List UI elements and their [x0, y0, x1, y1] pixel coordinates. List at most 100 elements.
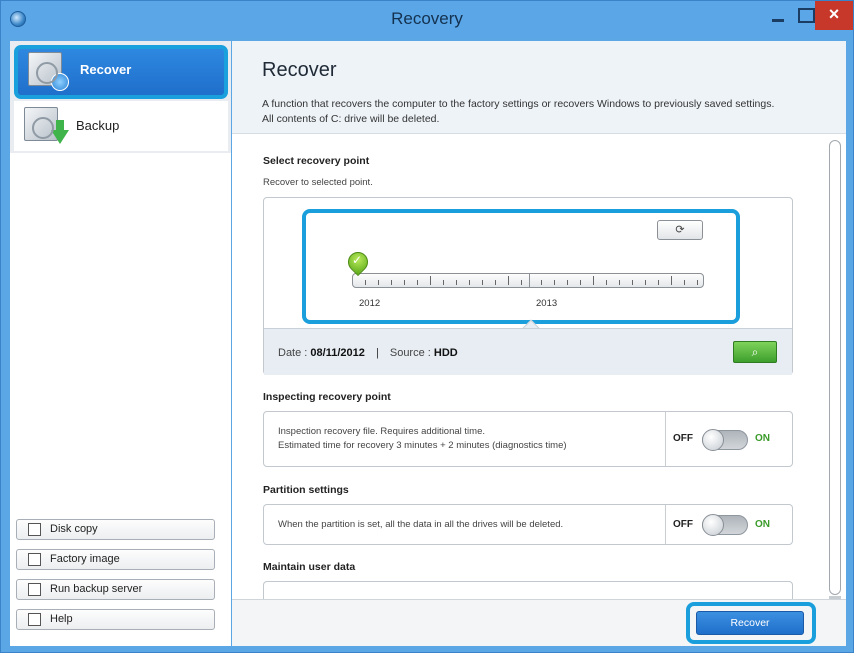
button-label: Run backup server — [50, 583, 143, 595]
source-label: Source : — [389, 347, 431, 359]
timeline-year-label: 2013 — [536, 298, 558, 309]
timeline-tick — [645, 280, 646, 285]
main-panel: Recover A function that recovers the com… — [232, 41, 846, 646]
help-icon — [28, 613, 41, 626]
toggle-knob — [702, 514, 724, 536]
timeline-tick — [541, 280, 542, 285]
timeline-tick — [430, 276, 431, 285]
button-label: Help — [50, 613, 73, 625]
inspecting-line-1: Inspection recovery file. Requires addit… — [278, 426, 485, 437]
description-line-2: All contents of C: drive will be deleted… — [262, 113, 440, 125]
maintain-user-data-title: Maintain user data — [263, 561, 356, 573]
timeline-tick — [521, 280, 522, 285]
select-recovery-point-title: Select recovery point — [263, 155, 370, 167]
toggle-knob — [702, 429, 724, 451]
date-label: Date : — [278, 347, 308, 359]
sidebar: Recover Backup Disk copy Factory image R… — [10, 41, 231, 646]
timeline-tick — [567, 280, 568, 285]
sidebar-item-label: Recover — [80, 62, 132, 77]
recovery-timeline[interactable] — [352, 273, 704, 288]
inspecting-toggle[interactable] — [702, 429, 748, 451]
source-value: HDD — [433, 347, 458, 359]
restore-points-icon: ⟳ — [675, 224, 685, 236]
select-recovery-point-subtitle: Recover to selected point. — [263, 177, 373, 188]
option-divider — [665, 505, 666, 544]
timeline-tick — [580, 280, 581, 285]
page-description: A function that recovers the computer to… — [262, 97, 832, 127]
timeline-tick — [404, 280, 405, 285]
partition-option: When the partition is set, all the data … — [263, 504, 793, 545]
recovery-window: Recovery × Recover Backup Disk copy Fact… — [0, 0, 854, 653]
timeline-tick — [619, 280, 620, 285]
sidebar-item-recover[interactable]: Recover — [14, 45, 228, 99]
backup-server-icon — [28, 583, 41, 596]
timeline-tick — [378, 280, 379, 285]
recover-button-highlight: Recover — [686, 602, 816, 644]
bottom-bar: Recover — [232, 599, 846, 646]
toggle-on-label: ON — [755, 519, 770, 530]
description-line-1: A function that recovers the computer to… — [262, 98, 775, 110]
sidebar-item-backup[interactable]: Backup — [14, 101, 228, 151]
inspecting-title: Inspecting recovery point — [263, 391, 391, 403]
disk-copy-button[interactable]: Disk copy — [16, 519, 215, 540]
check-icon: ✓ — [352, 253, 363, 267]
timeline-tick — [593, 276, 594, 285]
sidebar-item-label: Backup — [76, 118, 120, 133]
recover-arrow-icon — [51, 73, 69, 91]
help-button[interactable]: Help — [16, 609, 215, 630]
partition-description: When the partition is set, all the data … — [278, 519, 564, 530]
factory-image-icon — [28, 553, 41, 566]
date-value: 08/11/2012 — [310, 347, 365, 359]
run-backup-server-button[interactable]: Run backup server — [16, 579, 215, 600]
timeline-year-label: 2012 — [359, 298, 381, 309]
timeline-tick — [391, 280, 392, 285]
timeline-tick — [697, 280, 698, 285]
sidebar-nav: Recover Backup — [10, 41, 231, 153]
laptop-search-icon: ⌕ — [751, 345, 759, 359]
option-divider — [665, 412, 666, 466]
drive-recover-icon — [28, 52, 69, 91]
timeline-tick — [482, 280, 483, 285]
button-label: Factory image — [50, 553, 120, 565]
timeline-tick — [469, 280, 470, 285]
timeline-tick — [508, 276, 509, 285]
timeline-tick — [495, 280, 496, 285]
timeline-tick — [456, 280, 457, 285]
drive-backup-icon — [24, 107, 69, 144]
title-bar: Recovery × — [1, 1, 853, 38]
restore-points-button[interactable]: ⟳ — [657, 220, 703, 240]
main-header: Recover A function that recovers the com… — [232, 41, 846, 134]
timeline-tick — [671, 276, 672, 285]
disk-copy-icon — [28, 523, 41, 536]
recovery-point-panel: ⟳ ✓ 2012 2013 Date : 08/11/2012 | Source… — [263, 197, 793, 375]
timeline-tick — [632, 280, 633, 285]
toggle-off-label: OFF — [673, 519, 693, 530]
minimize-button[interactable] — [765, 1, 791, 31]
timeline-tick — [365, 280, 366, 285]
page-title: Recover — [262, 59, 337, 81]
inspecting-option: Inspection recovery file. Requires addit… — [263, 411, 793, 467]
timeline-tick — [684, 280, 685, 285]
recover-button[interactable]: Recover — [696, 611, 804, 635]
download-arrow-icon — [51, 120, 69, 144]
timeline-year-divider — [529, 273, 530, 288]
button-label: Disk copy — [50, 523, 98, 535]
timeline-tick — [606, 280, 607, 285]
timeline-tick — [554, 280, 555, 285]
toggle-on-label: ON — [755, 433, 770, 444]
partition-title: Partition settings — [263, 484, 349, 496]
recovery-point-info: Date : 08/11/2012 | Source : HDD — [278, 347, 458, 359]
factory-image-button[interactable]: Factory image — [16, 549, 215, 570]
toggle-off-label: OFF — [673, 433, 693, 444]
partition-toggle[interactable] — [702, 514, 748, 536]
info-separator: | — [375, 347, 379, 359]
timeline-tick — [658, 280, 659, 285]
recovery-point-info-bar: Date : 08/11/2012 | Source : HDD ⌕ — [264, 328, 792, 375]
close-button[interactable]: × — [815, 1, 853, 30]
scrollbar-thumb[interactable] — [829, 140, 841, 595]
inspect-button[interactable]: ⌕ — [733, 341, 777, 363]
window-title: Recovery — [391, 9, 463, 28]
timeline-tick — [417, 280, 418, 285]
timeline-tick — [443, 280, 444, 285]
inspecting-description: Inspection recovery file. Requires addit… — [278, 425, 658, 453]
